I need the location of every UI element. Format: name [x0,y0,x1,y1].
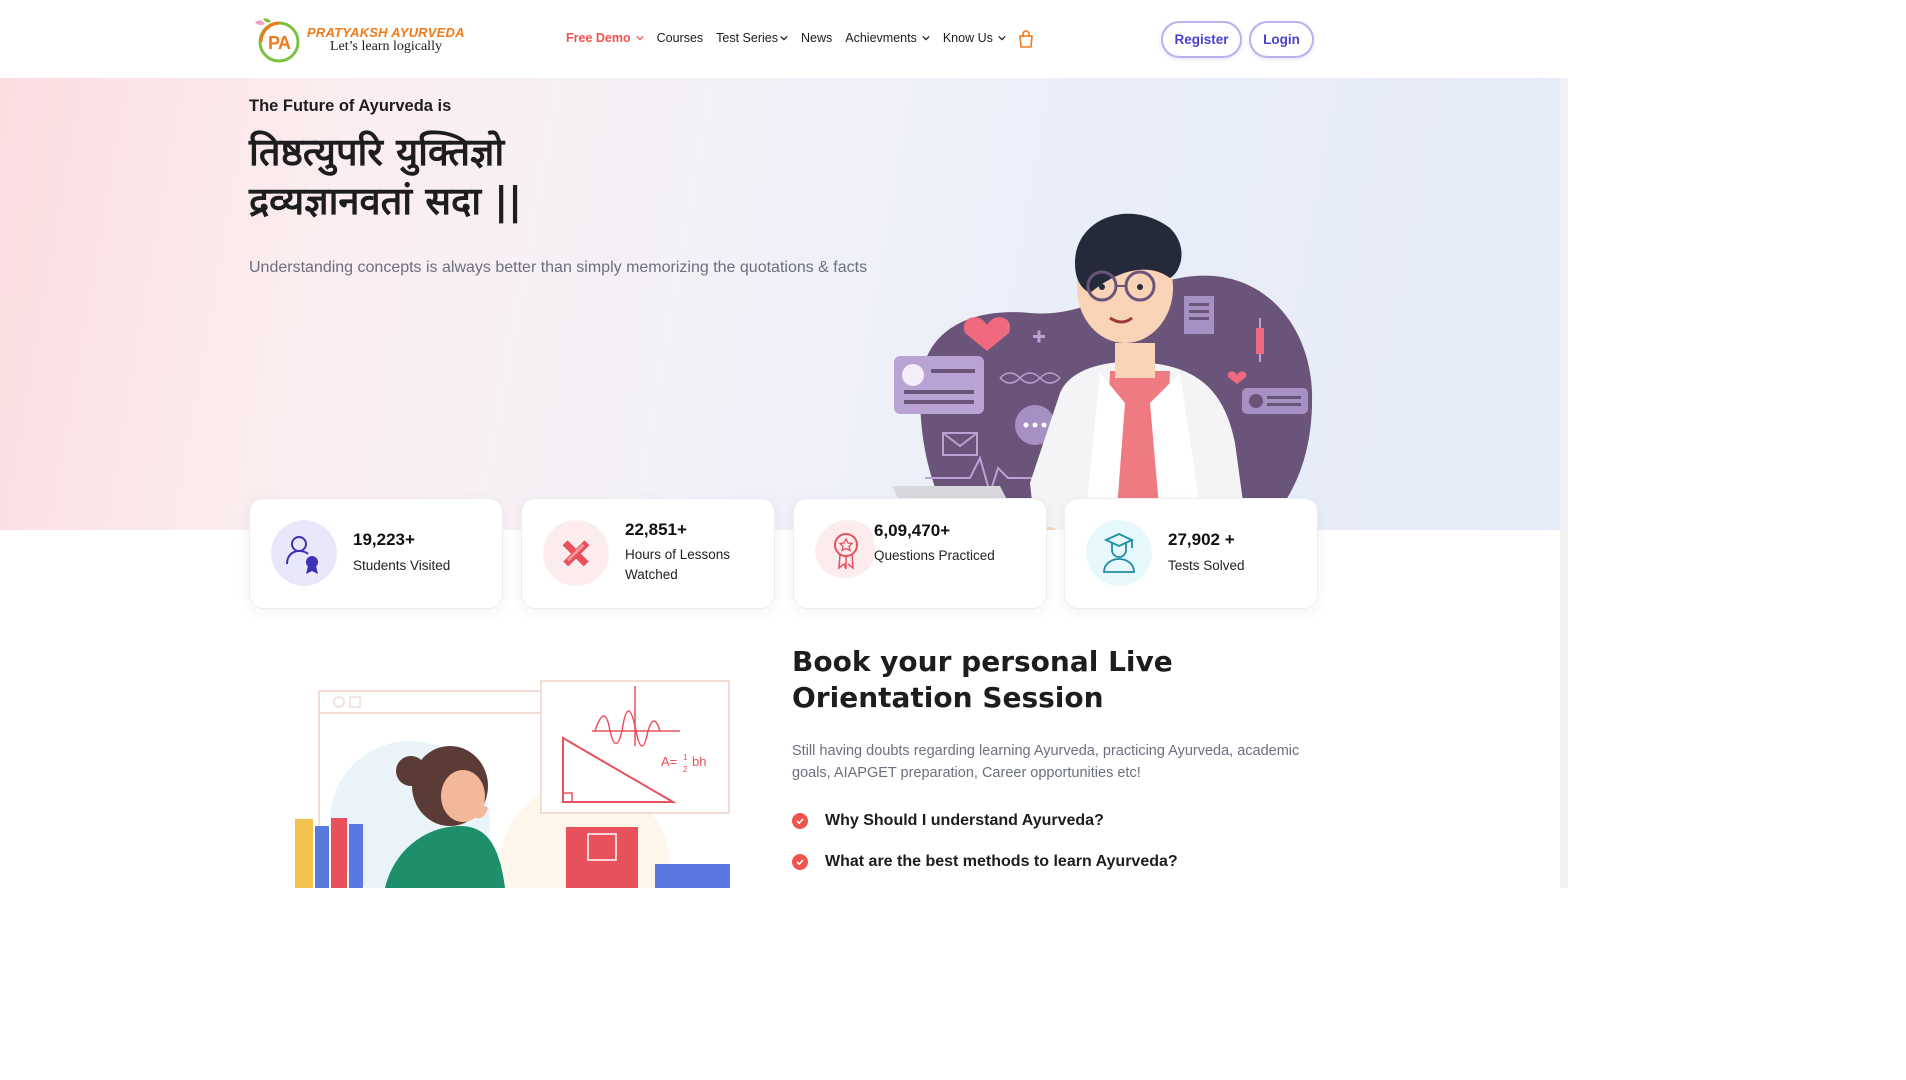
student-award-icon [271,520,337,586]
shopping-bag-icon[interactable] [1018,30,1034,48]
check-circle-icon [792,813,808,829]
nav-item-label: Test Series [716,31,778,45]
check-circle-icon [792,854,808,870]
hero-subtitle: The Future of Ayurveda is [249,97,452,115]
orientation-question-item: Why Should I understand Ayurveda? [792,812,1104,830]
nav-item-courses[interactable]: Courses [657,31,704,45]
doctor-illustration [892,213,1313,530]
nav-item-label: Free Demo [566,31,631,45]
main-nav: Free Demo Courses Test Series News Achie… [566,29,1019,47]
orientation-question-text: What are the best methods to learn Ayurv… [825,853,1178,870]
svg-text:A=: A= [661,754,677,769]
svg-text:2: 2 [683,765,688,774]
stat-label: Hours of Lessons Watched [625,547,731,582]
stat-card-lessons: 22,851+ Hours of Lessons Watched [521,498,775,609]
hero-title-line-2: द्रव्यज्ञानवतां सदा || [249,179,523,223]
award-badge-icon [815,520,875,578]
hero-description: Understanding concepts is always better … [249,259,868,276]
nav-item-achievments[interactable]: Achievments [845,31,930,45]
chevron-down-icon [780,35,788,41]
nav-item-free-demo[interactable]: Free Demo [566,31,644,45]
nav-item-label: Achievments [845,31,917,45]
brand-name: PRATYAKSH AYURVEDA [307,25,465,40]
svg-text:A: A [278,33,291,53]
stat-card-questions: 6,09,470+ Questions Practiced [793,498,1047,609]
orientation-question-text: Why Should I understand Ayurveda? [825,812,1104,829]
hero-section: The Future of Ayurveda is तिष्ठत्युपरि य… [0,78,1568,530]
chevron-down-icon [922,35,930,41]
stat-card-tests: 27,902 + Tests Solved [1064,498,1318,609]
orientation-title: Book your personal Live Orientation Sess… [792,645,1173,714]
nav-item-label: Courses [656,31,704,45]
nav-item-label: Know Us [942,31,993,45]
orientation-question-item: What are the best methods to learn Ayurv… [792,853,1178,871]
orientation-description: Still having doubts regarding learning A… [792,743,1300,781]
pencil-ruler-icon [543,520,609,586]
chevron-down-icon [998,35,1006,41]
student-study-illustration: A= 1 2 bh [295,680,730,888]
stat-value: 6,09,470+ [874,521,951,540]
nav-item-know-us[interactable]: Know Us [943,31,1006,45]
stat-value: 19,223+ [353,530,415,549]
stat-card-students: 19,223+ Students Visited [249,498,503,609]
stat-label: Students Visited [353,558,451,573]
site-header: P A PRATYAKSH AYURVEDA Let’s learn logic… [0,0,1568,78]
hero-title-line-1: तिष्ठत्युपरि युक्तिज्ञो [249,130,505,174]
nav-item-test-series[interactable]: Test Series [716,31,788,45]
login-button[interactable]: Login [1249,21,1314,58]
stat-value: 27,902 + [1168,530,1235,549]
nav-item-label: News [801,31,833,45]
page-scrollbar[interactable] [1560,0,1568,888]
stat-label: Questions Practiced [874,548,995,563]
register-button[interactable]: Register [1161,21,1242,58]
brand-logo-mark: P A [255,18,300,63]
brand-logo[interactable]: P A PRATYAKSH AYURVEDA Let’s learn logic… [249,16,469,64]
svg-text:bh: bh [692,754,706,769]
stat-value: 22,851+ [625,520,687,539]
brand-tagline: Let’s learn logically [330,39,442,54]
stat-label: Tests Solved [1168,558,1245,573]
graduate-icon [1086,520,1152,586]
chevron-down-icon [635,35,644,41]
svg-text:1: 1 [683,753,688,762]
nav-item-news[interactable]: News [801,31,832,45]
hero-title: तिष्ठत्युपरि युक्तिज्ञो द्रव्यज्ञानवतां … [249,128,649,226]
